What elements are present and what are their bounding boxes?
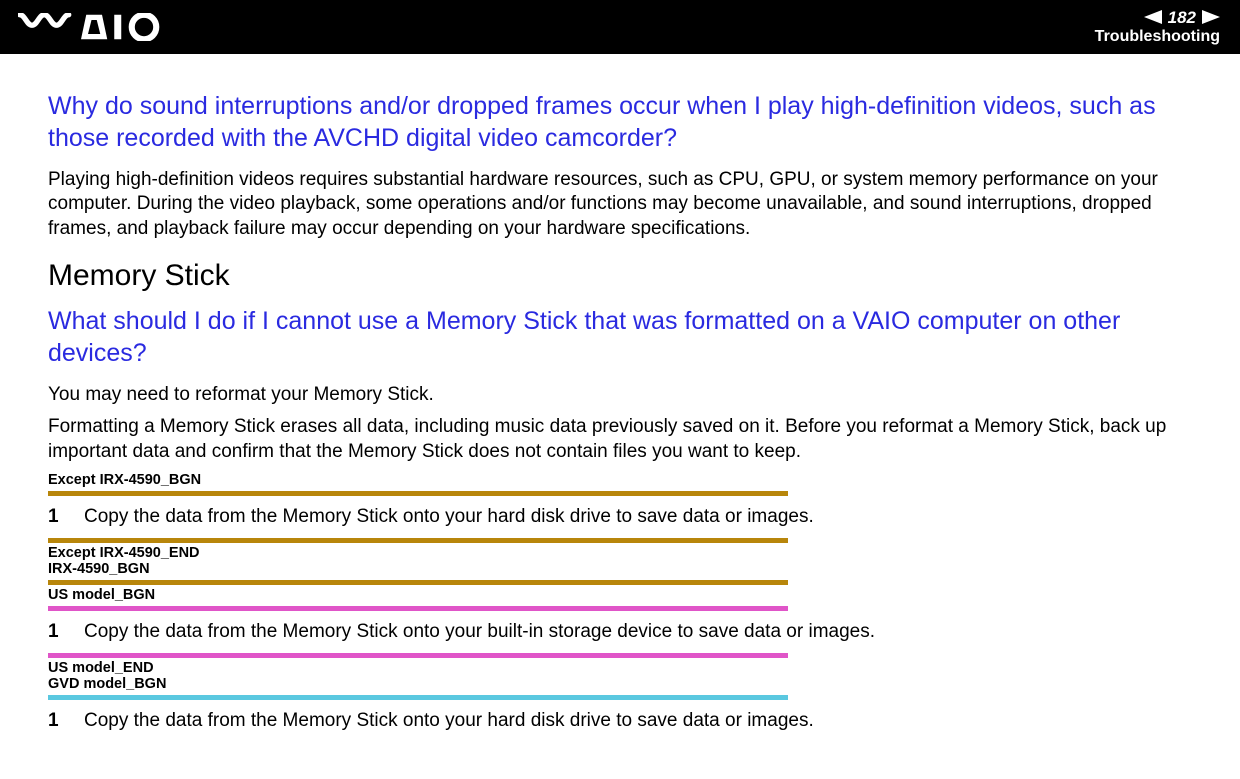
header-section-title: Troubleshooting [1095,28,1220,46]
step-row-1: 1 Copy the data from the Memory Stick on… [48,506,1192,528]
header-right: 182 Troubleshooting [1095,9,1220,46]
marker-label: Except IRX-4590_BGN [48,472,1192,489]
marker-bar-pink [48,653,788,658]
page-content: Why do sound interruptions and/or droppe… [0,54,1240,732]
step-number: 1 [48,506,64,528]
marker-bar-olive [48,538,788,543]
header-bar: 182 Troubleshooting [0,0,1240,54]
section-memory-stick: Memory Stick [48,259,1192,293]
marker-label: GVD model_BGN [48,676,1192,693]
question-2-p2: Formatting a Memory Stick erases all dat… [48,415,1192,464]
page-number: 182 [1168,9,1196,26]
marker-bar-cyan [48,695,788,700]
question-1-title: Why do sound interruptions and/or droppe… [48,90,1192,154]
marker-bar-olive [48,580,788,585]
step-text: Copy the data from the Memory Stick onto… [84,710,814,732]
question-2-title: What should I do if I cannot use a Memor… [48,305,1192,369]
next-page-arrow[interactable] [1202,10,1220,24]
marker-block-2: Except IRX-4590_END IRX-4590_BGN US mode… [48,545,1192,611]
prev-page-arrow[interactable] [1144,10,1162,24]
vaio-logo [18,13,176,41]
question-2-p1: You may need to reformat your Memory Sti… [48,383,1192,407]
marker-block-3: US model_END GVD model_BGN [48,660,1192,700]
marker-bar-pink [48,606,788,611]
marker-label: IRX-4590_BGN [48,561,1192,578]
step-row-3: 1 Copy the data from the Memory Stick on… [48,710,1192,732]
page-nav: 182 [1095,9,1220,26]
step-number: 1 [48,621,64,643]
marker-label: US model_END [48,660,1192,677]
question-1-body: Playing high-definition videos requires … [48,168,1192,241]
step-text: Copy the data from the Memory Stick onto… [84,621,875,643]
step-text: Copy the data from the Memory Stick onto… [84,506,814,528]
marker-block-1: Except IRX-4590_BGN [48,472,1192,496]
step-row-2: 1 Copy the data from the Memory Stick on… [48,621,1192,643]
marker-label: Except IRX-4590_END [48,545,1192,562]
marker-bar-olive [48,491,788,496]
step-number: 1 [48,710,64,732]
marker-label: US model_BGN [48,587,1192,604]
